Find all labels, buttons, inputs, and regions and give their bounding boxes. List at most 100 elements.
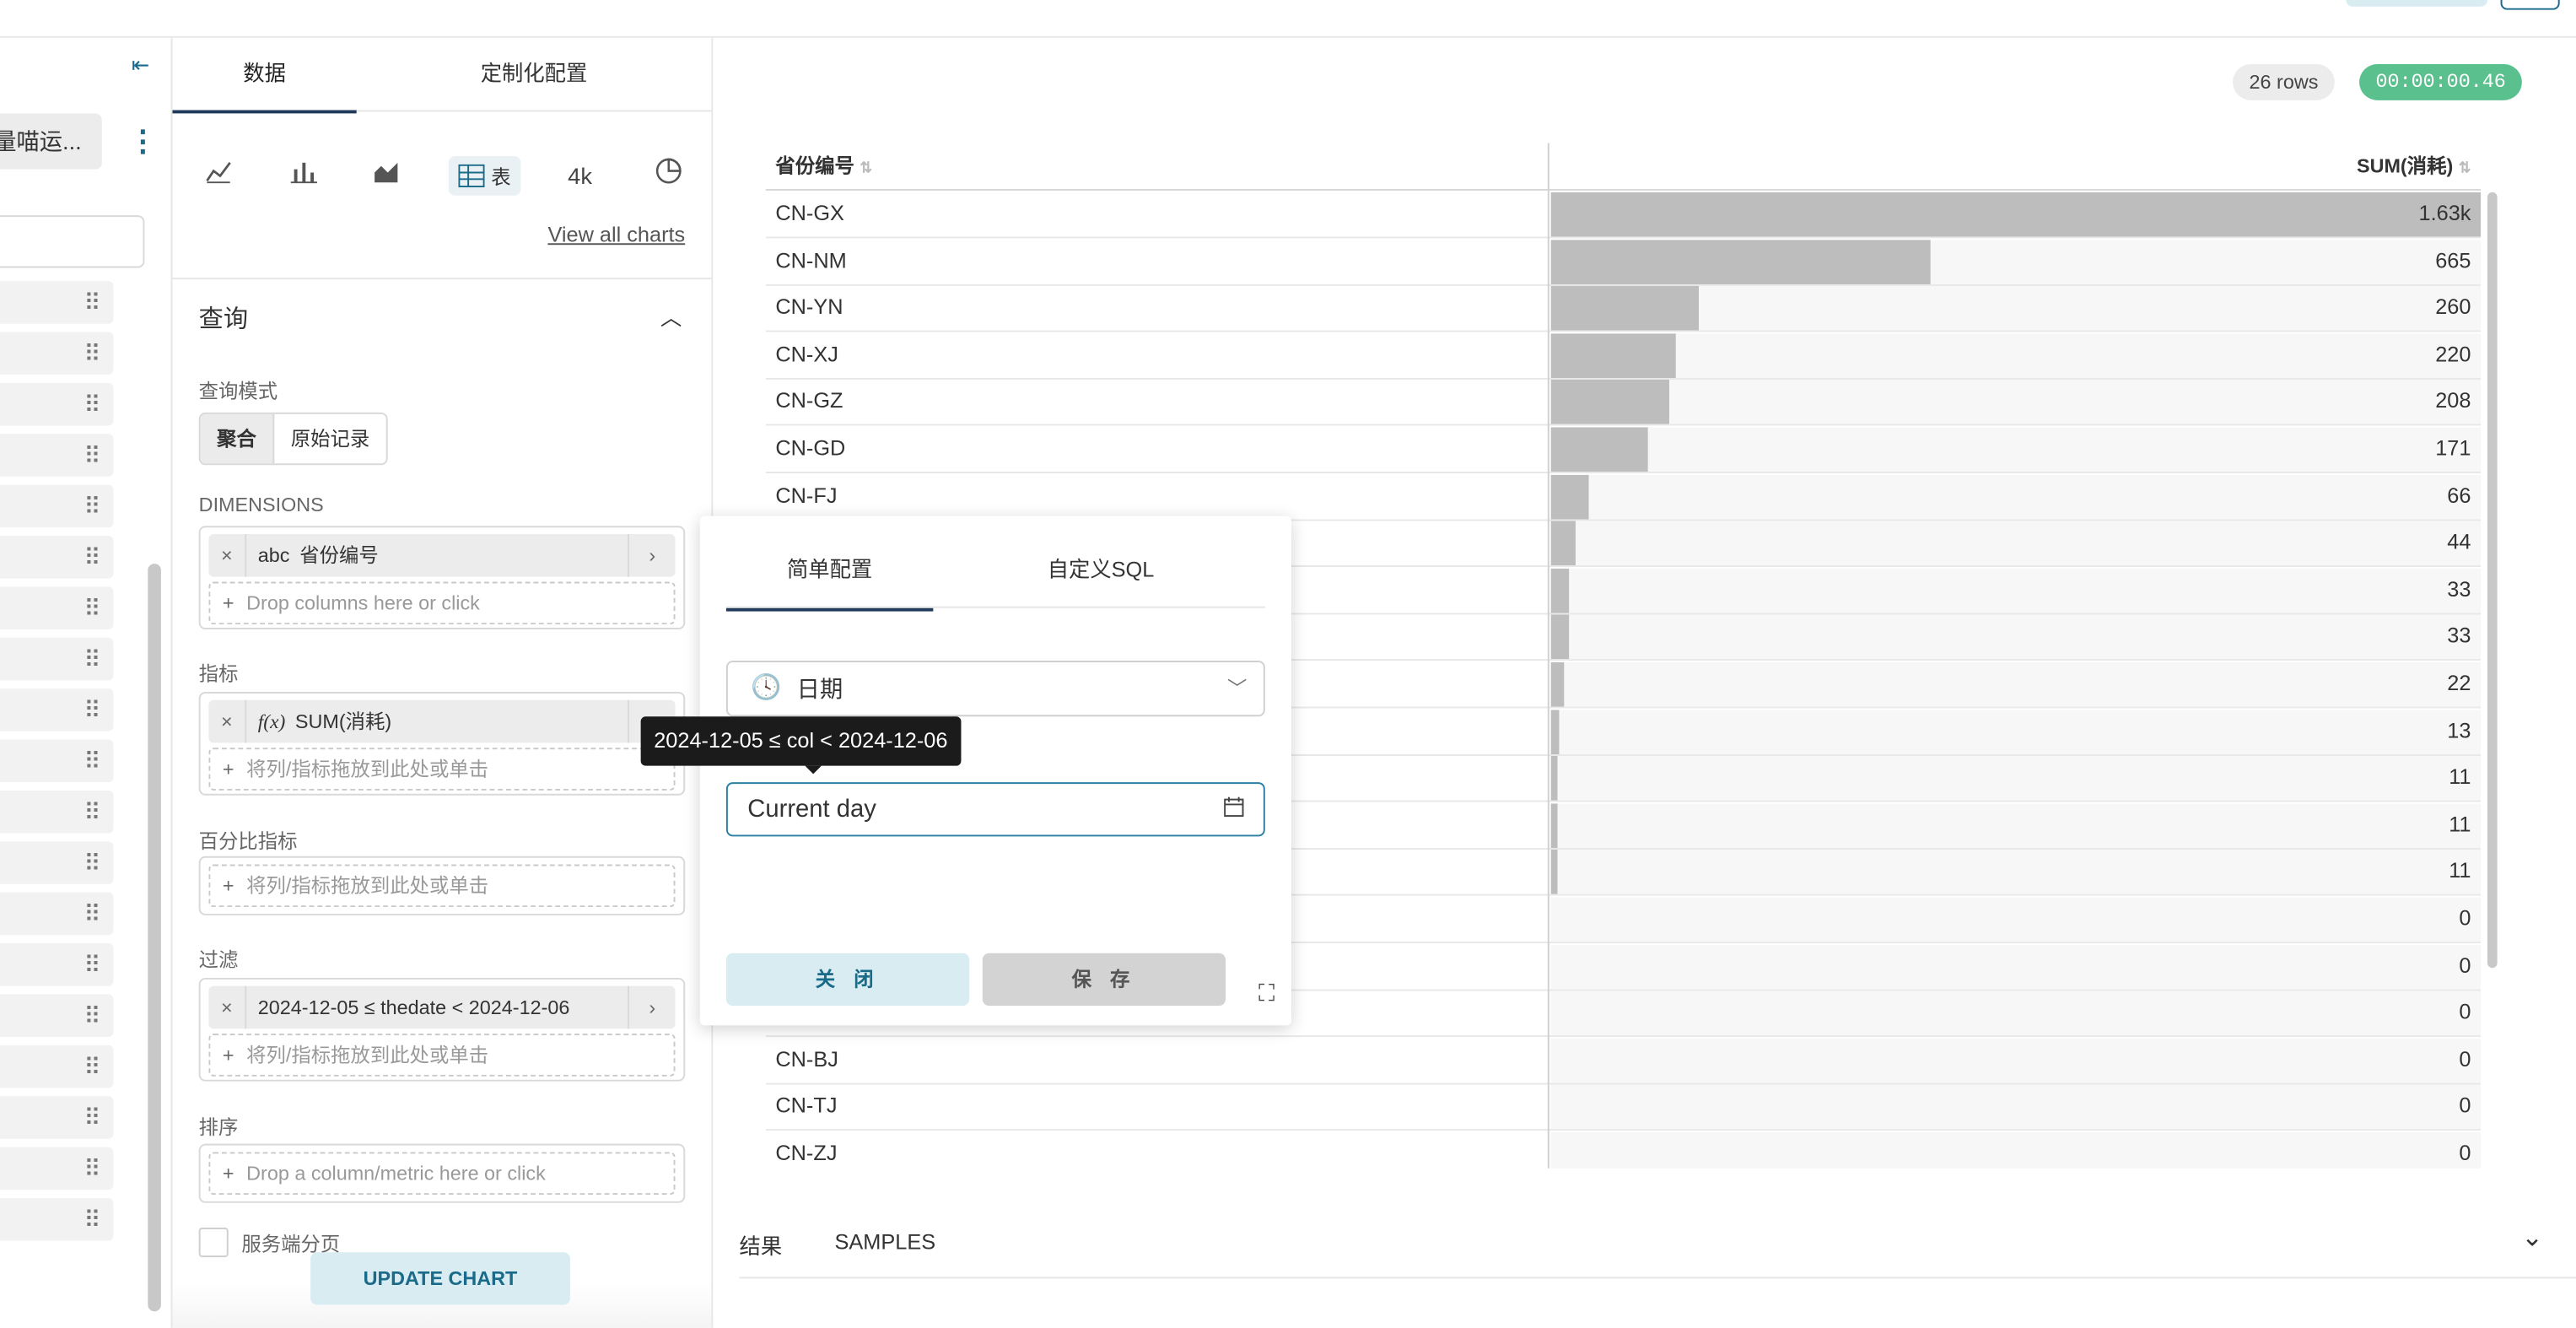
column-search-input[interactable] [0,215,145,268]
bar-chart-icon[interactable] [284,156,324,196]
tab-data[interactable]: 数据 [172,38,357,114]
tab-simple-config[interactable]: 简单配置 [725,516,934,612]
sort-icon[interactable]: ⇅ [860,159,872,175]
dimension-pill[interactable]: × abc 省份编号 › [208,534,676,577]
calendar-icon[interactable] [1224,784,1244,834]
table-row[interactable]: CN-FJ 66 [765,472,2482,521]
tab-samples[interactable]: SAMPLES [834,1229,935,1254]
line-chart-icon[interactable] [199,156,239,196]
save-button[interactable]: 保 存 [982,953,1226,1007]
column-list-item[interactable]: ⠿ [0,739,114,783]
value-cell: 260 [2435,294,2471,320]
drag-handle-icon[interactable]: ⠿ [84,1208,100,1231]
table-row[interactable]: CN-ZJ 0 [766,1131,2482,1169]
column-list-item[interactable]: ⠿ [0,1096,114,1139]
table-row[interactable]: CN-GD 171 [765,425,2482,473]
column-list-item[interactable]: ⠿ [0,586,114,630]
drag-handle-icon[interactable]: ⠿ [84,393,100,416]
column-list-item[interactable]: ⠿ [0,1045,114,1088]
drag-handle-icon[interactable]: ⠿ [84,953,100,976]
drag-handle-icon[interactable]: ⠿ [84,902,100,925]
drag-handle-icon[interactable]: ⠿ [84,851,100,874]
table-row[interactable]: CN-GX 1.63k [765,191,2482,239]
remove-icon[interactable]: × [208,985,247,1029]
drag-handle-icon[interactable]: ⠿ [84,494,100,517]
column-list-item[interactable]: ⠿ [0,637,114,681]
server-pagination-checkbox[interactable] [198,1228,229,1258]
drag-handle-icon[interactable]: ⠿ [84,749,100,772]
drag-handle-icon[interactable]: ⠿ [84,647,100,670]
view-all-charts-link[interactable]: View all charts [547,222,685,246]
tab-results[interactable]: 结果 [740,1229,783,1261]
dimensions-dropzone[interactable]: + Drop columns here or click [208,581,676,625]
table-row[interactable]: CN-BJ 0 [765,1037,2482,1085]
column-list-item[interactable]: ⠿ [0,434,114,477]
raw-records-mode-button[interactable]: 原始记录 [274,414,385,463]
chevron-up-icon[interactable]: ︿ [660,300,682,332]
tab-customize[interactable]: 定制化配置 [357,38,712,111]
metrics-dropzone[interactable]: + 将列/指标拖放到此处或单击 [208,748,676,791]
drag-handle-icon[interactable]: ⠿ [84,597,100,619]
table-scrollbar[interactable] [2487,192,2498,969]
percent-metrics-dropzone[interactable]: + 将列/指标拖放到此处或单击 [208,864,676,908]
column-list-item[interactable]: ⠿ [0,688,114,731]
pie-chart-icon[interactable] [649,156,688,196]
drag-handle-icon[interactable]: ⠿ [84,291,100,314]
chevron-right-icon[interactable]: › [628,534,675,577]
sort-dropzone[interactable]: + Drop a column/metric here or click [208,1152,676,1196]
column-list-item[interactable]: ⠿ [0,892,114,936]
table-row[interactable]: CN-XJ 220 [765,332,2482,380]
drag-handle-icon[interactable]: ⠿ [84,1004,100,1027]
column-list-item[interactable]: ⠿ [0,332,114,375]
aggregate-mode-button[interactable]: 聚合 [200,413,275,464]
expand-icon[interactable]: ⛶ [1258,980,1275,1007]
column-list-item[interactable]: ⠿ [0,943,114,986]
drag-handle-icon[interactable]: ⠿ [84,1055,100,1077]
drag-handle-icon[interactable]: ⠿ [84,342,100,364]
query-section-title[interactable]: 查询 [199,300,248,335]
tab-custom-sql[interactable]: 自定义SQL [995,516,1205,608]
metric-pill[interactable]: × f(x)SUM(消耗) › [208,699,676,743]
table-row[interactable]: CN-GZ 208 [765,379,2482,427]
remove-icon[interactable]: × [208,534,247,577]
sort-icon[interactable]: ⇅ [2459,159,2471,175]
filter-pill[interactable]: × 2024-12-05 ≤ thedate < 2024-12-06 › [208,985,676,1029]
area-chart-icon[interactable] [366,156,406,196]
column-select[interactable]: 🕓 日期 ﹀ [725,661,1265,717]
collapse-left-icon[interactable]: ⇤ [132,53,154,77]
header-menu-button[interactable] [2500,0,2560,10]
drag-handle-icon[interactable]: ⠿ [84,546,100,569]
chevron-down-icon[interactable]: ⌄ [2521,1221,2543,1254]
drag-handle-icon[interactable]: ⠿ [84,1157,100,1180]
drag-handle-icon[interactable]: ⠿ [84,801,100,823]
sidebar-scrollbar[interactable] [148,564,161,1312]
kebab-icon[interactable]: ⋮ [128,127,158,159]
column-list-item[interactable]: ⠿ [0,1197,114,1241]
drag-handle-icon[interactable]: ⠿ [84,699,100,721]
time-range-input[interactable]: Current day [725,782,1265,837]
table-chart-option[interactable]: 表 [448,156,521,196]
close-button[interactable]: 关 闭 [725,953,970,1007]
table-row[interactable]: CN-TJ 0 [765,1083,2482,1131]
column-header-sum[interactable]: SUM(消耗) ⇅ [2357,143,2471,189]
header-save-button[interactable] [2346,0,2487,7]
datasource-name[interactable]: 量喵运... [0,113,102,170]
column-header-province[interactable]: 省份编号 ⇅ [775,143,872,189]
column-list-item[interactable]: ⠿ [0,382,114,426]
drag-handle-icon[interactable]: ⠿ [84,1106,100,1129]
column-list-item[interactable]: ⠿ [0,790,114,834]
column-list-item[interactable]: ⠿ [0,281,114,324]
column-list-item[interactable]: ⠿ [0,484,114,528]
column-list-item[interactable]: ⠿ [0,841,114,884]
column-list-item[interactable]: ⠿ [0,1147,114,1190]
table-row[interactable]: CN-NM 665 [765,238,2482,286]
filter-dropzone[interactable]: + 将列/指标拖放到此处或单击 [208,1034,676,1077]
chevron-right-icon[interactable]: › [628,985,675,1029]
drag-handle-icon[interactable]: ⠿ [84,444,100,467]
table-row[interactable]: CN-YN 260 [765,284,2482,332]
big-number-icon[interactable]: 4k [560,156,600,196]
column-list-item[interactable]: ⠿ [0,535,114,579]
remove-icon[interactable]: × [208,699,247,743]
column-list-item[interactable]: ⠿ [0,994,114,1038]
update-chart-button[interactable]: UPDATE CHART [310,1252,570,1305]
